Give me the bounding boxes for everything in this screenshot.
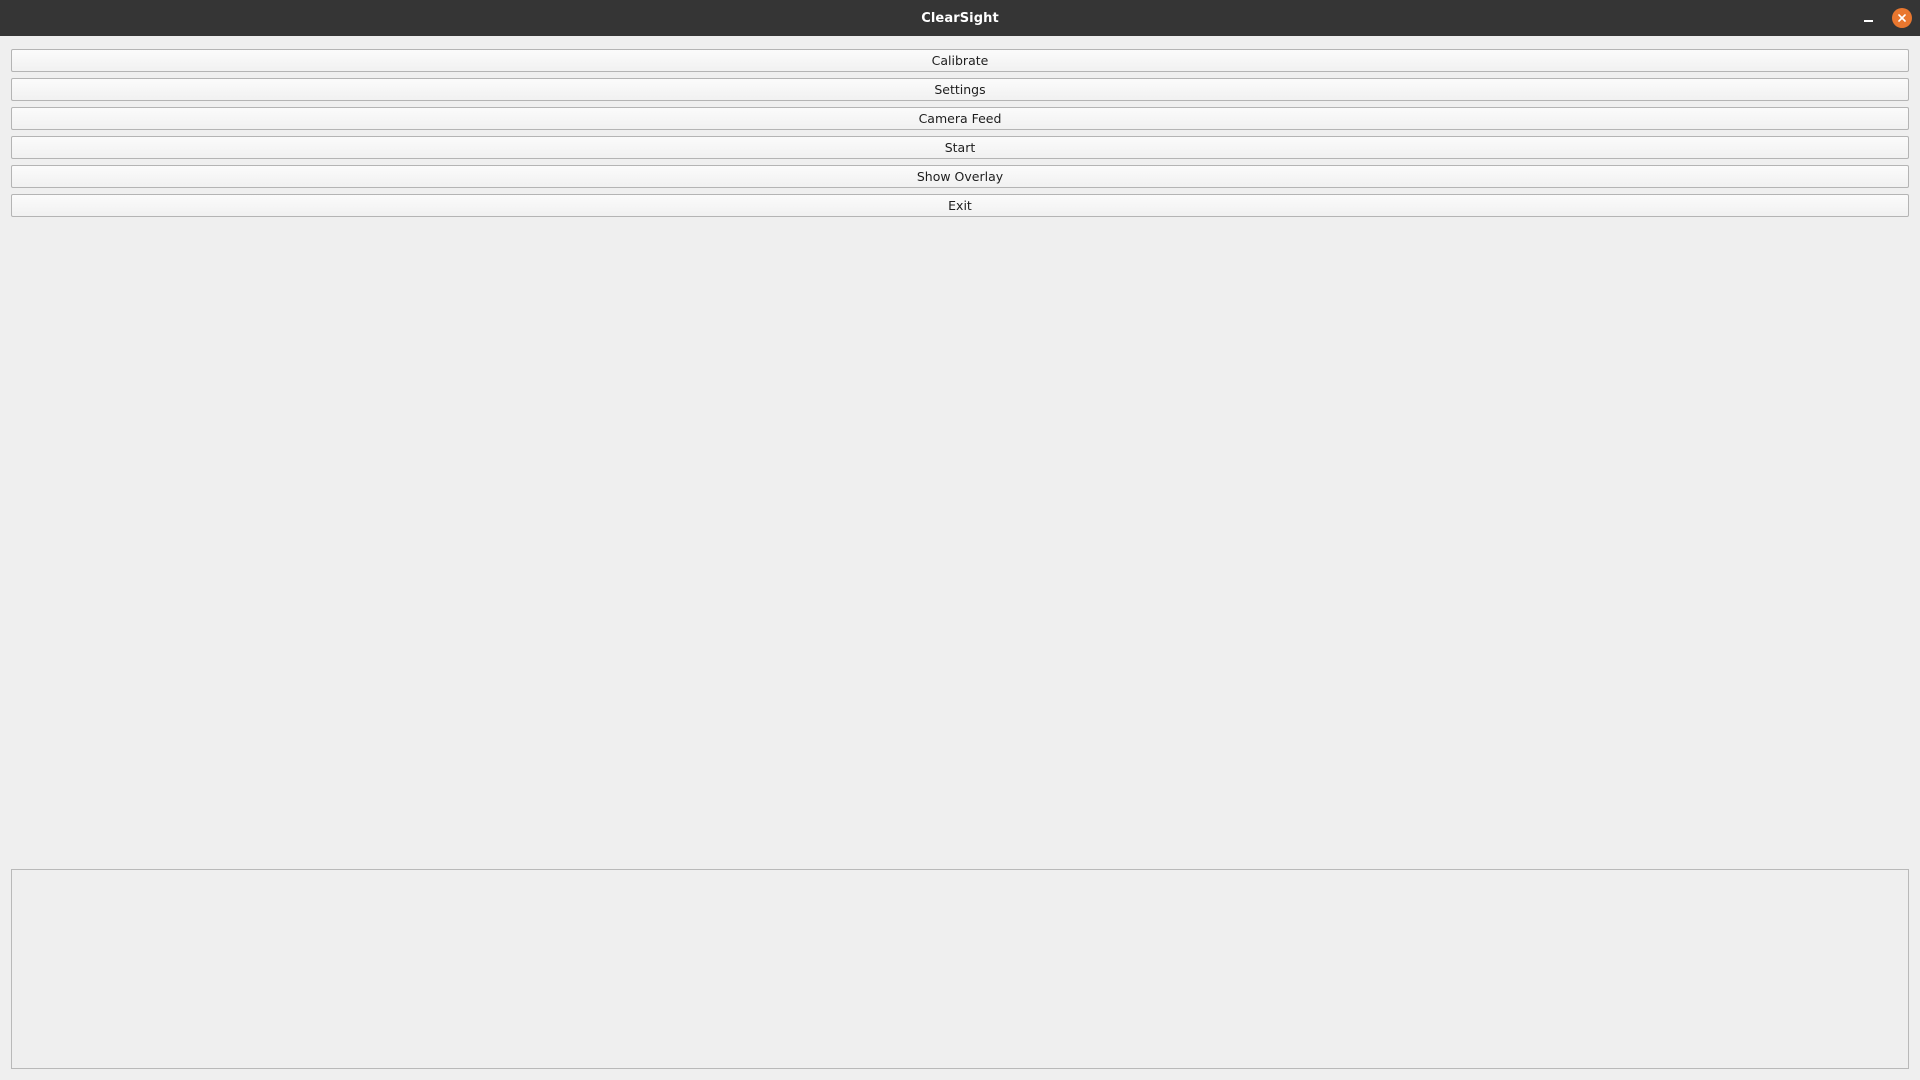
app-window: ClearSight Calibrate Settings Camera Fee… bbox=[0, 0, 1920, 1080]
output-text-area[interactable] bbox=[11, 869, 1909, 1069]
close-icon bbox=[1898, 14, 1906, 22]
title-bar[interactable]: ClearSight bbox=[0, 0, 1920, 36]
action-button-list: Calibrate Settings Camera Feed Start Sho… bbox=[11, 49, 1909, 217]
window-title: ClearSight bbox=[921, 10, 999, 26]
close-button[interactable] bbox=[1892, 8, 1912, 28]
start-button[interactable]: Start bbox=[11, 136, 1909, 159]
settings-button[interactable]: Settings bbox=[11, 78, 1909, 101]
minimize-icon bbox=[1863, 19, 1873, 22]
show-overlay-button[interactable]: Show Overlay bbox=[11, 165, 1909, 188]
window-controls bbox=[1858, 0, 1912, 36]
camera-feed-button[interactable]: Camera Feed bbox=[11, 107, 1909, 130]
minimize-button[interactable] bbox=[1858, 8, 1878, 28]
exit-button[interactable]: Exit bbox=[11, 194, 1909, 217]
calibrate-button[interactable]: Calibrate bbox=[11, 49, 1909, 72]
